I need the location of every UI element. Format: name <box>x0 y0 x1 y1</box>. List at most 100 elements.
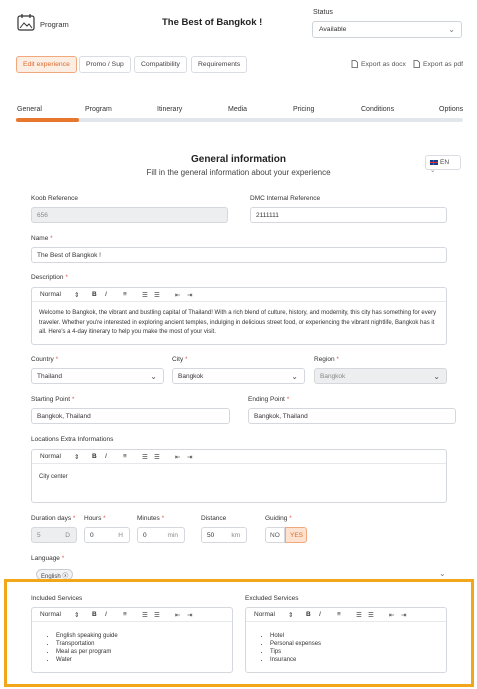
distance-value: 50 <box>207 532 215 539</box>
country-select[interactable]: Thailand ⌄ <box>31 368 164 384</box>
koob-reference-label: Koob Reference <box>31 195 78 202</box>
italic-button[interactable]: I <box>105 611 107 618</box>
bullet-list-button[interactable]: ☰ <box>154 611 160 619</box>
bold-button[interactable]: B <box>306 611 311 618</box>
distance-field[interactable]: 50 km <box>201 527 247 543</box>
indent-out-button[interactable]: ⇤ <box>175 291 180 299</box>
region-label: Region * <box>314 356 339 363</box>
ordered-list-button[interactable]: ☰ <box>142 453 148 461</box>
bullet-list-button[interactable]: ☰ <box>154 453 160 461</box>
ending-point-field[interactable]: Bangkok, Thailand <box>248 408 456 424</box>
indent-out-button[interactable]: ⇤ <box>389 611 394 619</box>
text-style-select[interactable]: Normal <box>40 611 61 618</box>
indent-in-button[interactable]: ⇥ <box>401 611 406 619</box>
locations-extra-editor[interactable]: Normal ⇕ B I ≡ ☰ ☰ ⇤ ⇥ City center <box>31 449 447 503</box>
guiding-no-toggle[interactable]: NO <box>265 527 285 543</box>
indent-in-button[interactable]: ⇥ <box>187 611 192 619</box>
italic-button[interactable]: I <box>105 291 107 298</box>
duration-days-value: 5 <box>37 532 41 539</box>
starting-point-field[interactable]: Bangkok, Thailand <box>31 408 230 424</box>
export-pdf-button[interactable]: Export as pdf <box>413 60 463 68</box>
hours-value: 0 <box>90 532 94 539</box>
promo-sup-button[interactable]: Promo / Sup <box>79 56 131 73</box>
section-title: General information <box>190 154 286 165</box>
italic-button[interactable]: I <box>319 611 321 618</box>
tab-pricing[interactable]: Pricing <box>293 106 314 113</box>
editor-toolbar: Normal ⇕ B I ≡ ☰ ☰ ⇤ ⇥ <box>32 608 232 622</box>
list-item: Tips <box>270 648 439 656</box>
guiding-yes-toggle[interactable]: YES <box>285 527 307 543</box>
text-style-select[interactable]: Normal <box>254 611 275 618</box>
requirements-button[interactable]: Requirements <box>191 56 248 73</box>
chevron-down-icon: ⌄ <box>433 372 440 381</box>
tab-options[interactable]: Options <box>439 106 463 113</box>
name-label: Name * <box>31 235 53 242</box>
duration-days-field[interactable]: 5D <box>31 527 77 543</box>
dmc-reference-label: DMC Internal Reference <box>250 195 321 202</box>
bullet-list-button[interactable]: ☰ <box>368 611 374 619</box>
list-item: Personal expenses <box>270 640 439 648</box>
indent-out-button[interactable]: ⇤ <box>175 611 180 619</box>
guiding-label: Guiding * <box>265 515 292 522</box>
indent-in-button[interactable]: ⇥ <box>187 291 192 299</box>
ordered-list-button[interactable]: ☰ <box>356 611 362 619</box>
locations-extra-text: City center <box>39 474 68 480</box>
tab-media[interactable]: Media <box>228 106 247 113</box>
ordered-list-button[interactable]: ☰ <box>142 611 148 619</box>
align-button[interactable]: ≡ <box>123 291 127 298</box>
breadcrumb[interactable]: Program <box>40 20 69 29</box>
included-services-editor[interactable]: Normal ⇕ B I ≡ ☰ ☰ ⇤ ⇥ English speaking … <box>31 607 233 673</box>
step-progress-fill <box>16 118 79 122</box>
country-value: Thailand <box>37 373 62 380</box>
description-editor[interactable]: Normal ⇕ B I ≡ ☰ ☰ ⇤ ⇥ Welcome to Bangko… <box>31 287 447 345</box>
updown-icon: ⇕ <box>288 612 294 619</box>
tab-itinerary[interactable]: Itinerary <box>157 106 182 113</box>
export-pdf-label: Export as pdf <box>423 61 464 68</box>
editor-toolbar: Normal ⇕ B I ≡ ☰ ☰ ⇤ ⇥ <box>32 288 446 302</box>
list-item: Insurance <box>270 656 439 664</box>
text-style-select[interactable]: Normal <box>40 453 61 460</box>
bullet-list-button[interactable]: ☰ <box>154 291 160 299</box>
align-button[interactable]: ≡ <box>123 611 127 618</box>
tab-general[interactable]: General <box>17 106 42 113</box>
minutes-unit: min <box>167 532 178 539</box>
edit-experience-button[interactable]: Edit experience <box>16 56 77 73</box>
indent-in-button[interactable]: ⇥ <box>187 453 192 461</box>
koob-reference-field: 656 <box>31 207 228 223</box>
name-field[interactable]: The Best of Bangkok ! <box>31 247 447 263</box>
status-select[interactable]: Available ⌄ <box>312 21 462 38</box>
bold-button[interactable]: B <box>92 453 97 460</box>
distance-unit: km <box>231 532 240 539</box>
tab-conditions[interactable]: Conditions <box>361 106 394 113</box>
bold-button[interactable]: B <box>92 291 97 298</box>
text-style-select[interactable]: Normal <box>40 291 61 298</box>
tab-program[interactable]: Program <box>85 106 112 113</box>
indent-out-button[interactable]: ⇤ <box>175 453 180 461</box>
description-label: Description * <box>31 274 68 281</box>
chevron-down-icon: ⌄ <box>291 372 298 381</box>
status-value: Available <box>319 26 347 33</box>
description-text: Welcome to Bangkok, the vibrant and bust… <box>39 310 437 335</box>
excluded-services-editor[interactable]: Normal ⇕ B I ≡ ☰ ☰ ⇤ ⇥ Hotel Personal ex… <box>245 607 447 673</box>
list-item: Transportation <box>56 640 225 648</box>
ordered-list-button[interactable]: ☰ <box>142 291 148 299</box>
document-icon <box>351 60 358 68</box>
hours-unit: H <box>118 532 123 539</box>
export-docx-button[interactable]: Export as docx <box>351 60 406 68</box>
align-button[interactable]: ≡ <box>123 453 127 460</box>
language-switcher[interactable]: EN ⌄ <box>425 155 461 174</box>
italic-button[interactable]: I <box>105 453 107 460</box>
align-button[interactable]: ≡ <box>337 611 341 618</box>
duration-days-label: Duration days * <box>31 515 76 522</box>
locations-extra-label: Locations Extra Informations <box>31 436 114 443</box>
hours-field[interactable]: 0H <box>84 527 130 543</box>
compatibility-button[interactable]: Compatibility <box>134 56 187 73</box>
section-subtitle: Fill in the general information about yo… <box>146 168 331 177</box>
chevron-down-icon: ⌄ <box>150 372 157 381</box>
bold-button[interactable]: B <box>92 611 97 618</box>
page-title: The Best of Bangkok ! <box>162 17 263 28</box>
dmc-reference-field[interactable]: 2111111 <box>250 207 447 223</box>
chevron-down-icon[interactable]: ⌄ <box>439 569 446 578</box>
minutes-field[interactable]: 0 min <box>137 527 185 543</box>
city-select[interactable]: Bangkok ⌄ <box>172 368 305 384</box>
